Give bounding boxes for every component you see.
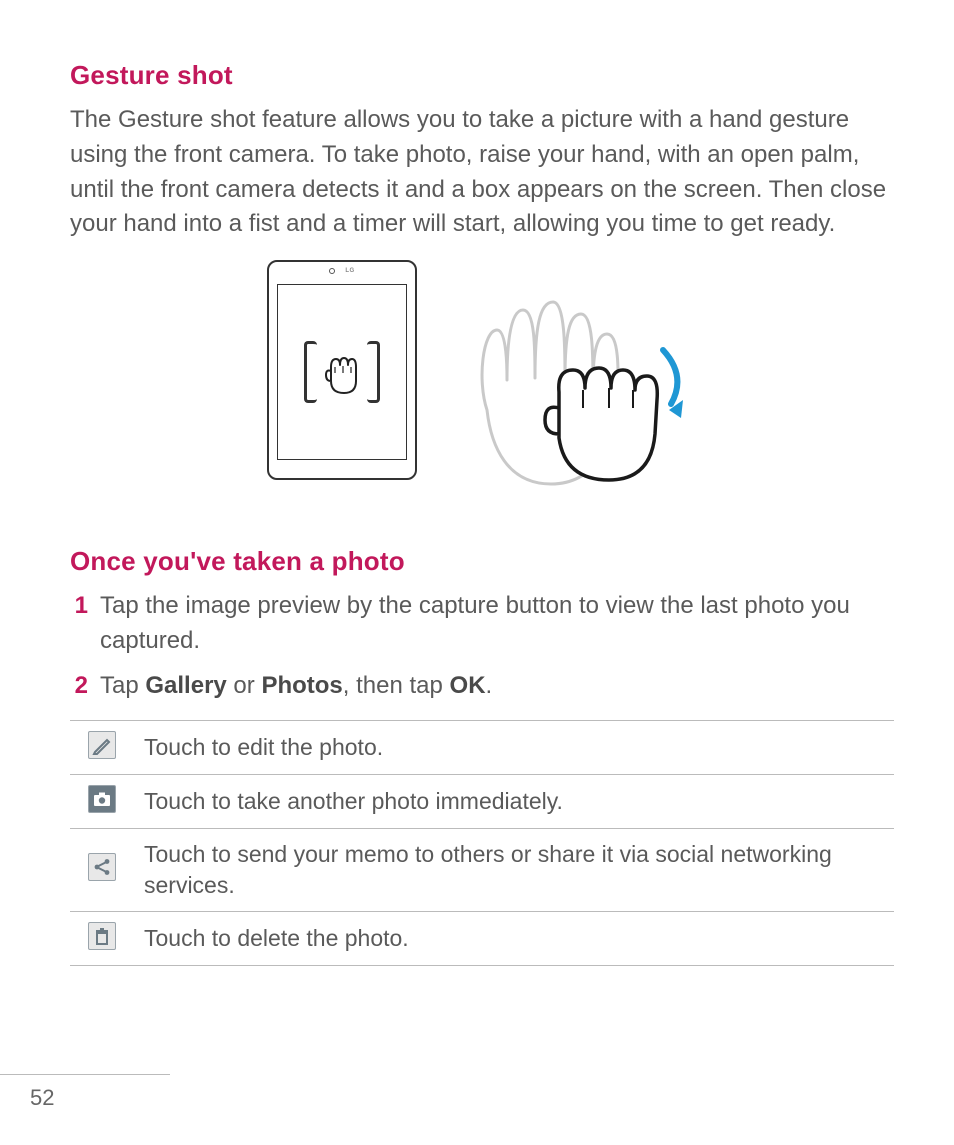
fist-icon [321, 347, 363, 397]
icon-actions-table: Touch to edit the photo. Touch to take a… [70, 720, 894, 966]
list-item: 2 Tap Gallery or Photos, then tap OK. [70, 669, 894, 704]
camera-icon [88, 785, 116, 813]
table-row: Touch to take another photo immediately. [70, 774, 894, 828]
hands-icon [447, 260, 697, 500]
edit-icon [88, 731, 116, 759]
section-heading-after-photo: Once you've taken a photo [70, 546, 894, 577]
row-text: Touch to take another photo immediately. [134, 774, 894, 828]
row-text: Touch to send your memo to others or sha… [134, 828, 894, 911]
section-heading-gesture-shot: Gesture shot [70, 60, 894, 91]
step-number: 2 [70, 669, 88, 704]
tablet-screen [277, 284, 407, 460]
table-row: Touch to delete the photo. [70, 911, 894, 965]
step-number: 1 [70, 589, 88, 659]
bracket-right-icon [367, 341, 380, 403]
row-text: Touch to edit the photo. [134, 720, 894, 774]
numbered-steps: 1 Tap the image preview by the capture b… [70, 589, 894, 703]
trash-icon [88, 922, 116, 950]
bracket-left-icon [304, 341, 317, 403]
gesture-illustration: LG [70, 260, 894, 500]
step-text: Tap the image preview by the capture but… [100, 589, 894, 659]
table-row: Touch to send your memo to others or sha… [70, 828, 894, 911]
table-row: Touch to edit the photo. [70, 720, 894, 774]
page-number: 52 [0, 1074, 170, 1111]
row-text: Touch to delete the photo. [134, 911, 894, 965]
tablet-camera-dot [329, 268, 335, 274]
step-text: Tap Gallery or Photos, then tap OK. [100, 669, 492, 704]
share-icon [88, 853, 116, 881]
list-item: 1 Tap the image preview by the capture b… [70, 589, 894, 659]
gesture-shot-description: The Gesture shot feature allows you to t… [70, 103, 894, 242]
tablet-graphic: LG [267, 260, 417, 480]
tablet-logo: LG [345, 268, 354, 274]
